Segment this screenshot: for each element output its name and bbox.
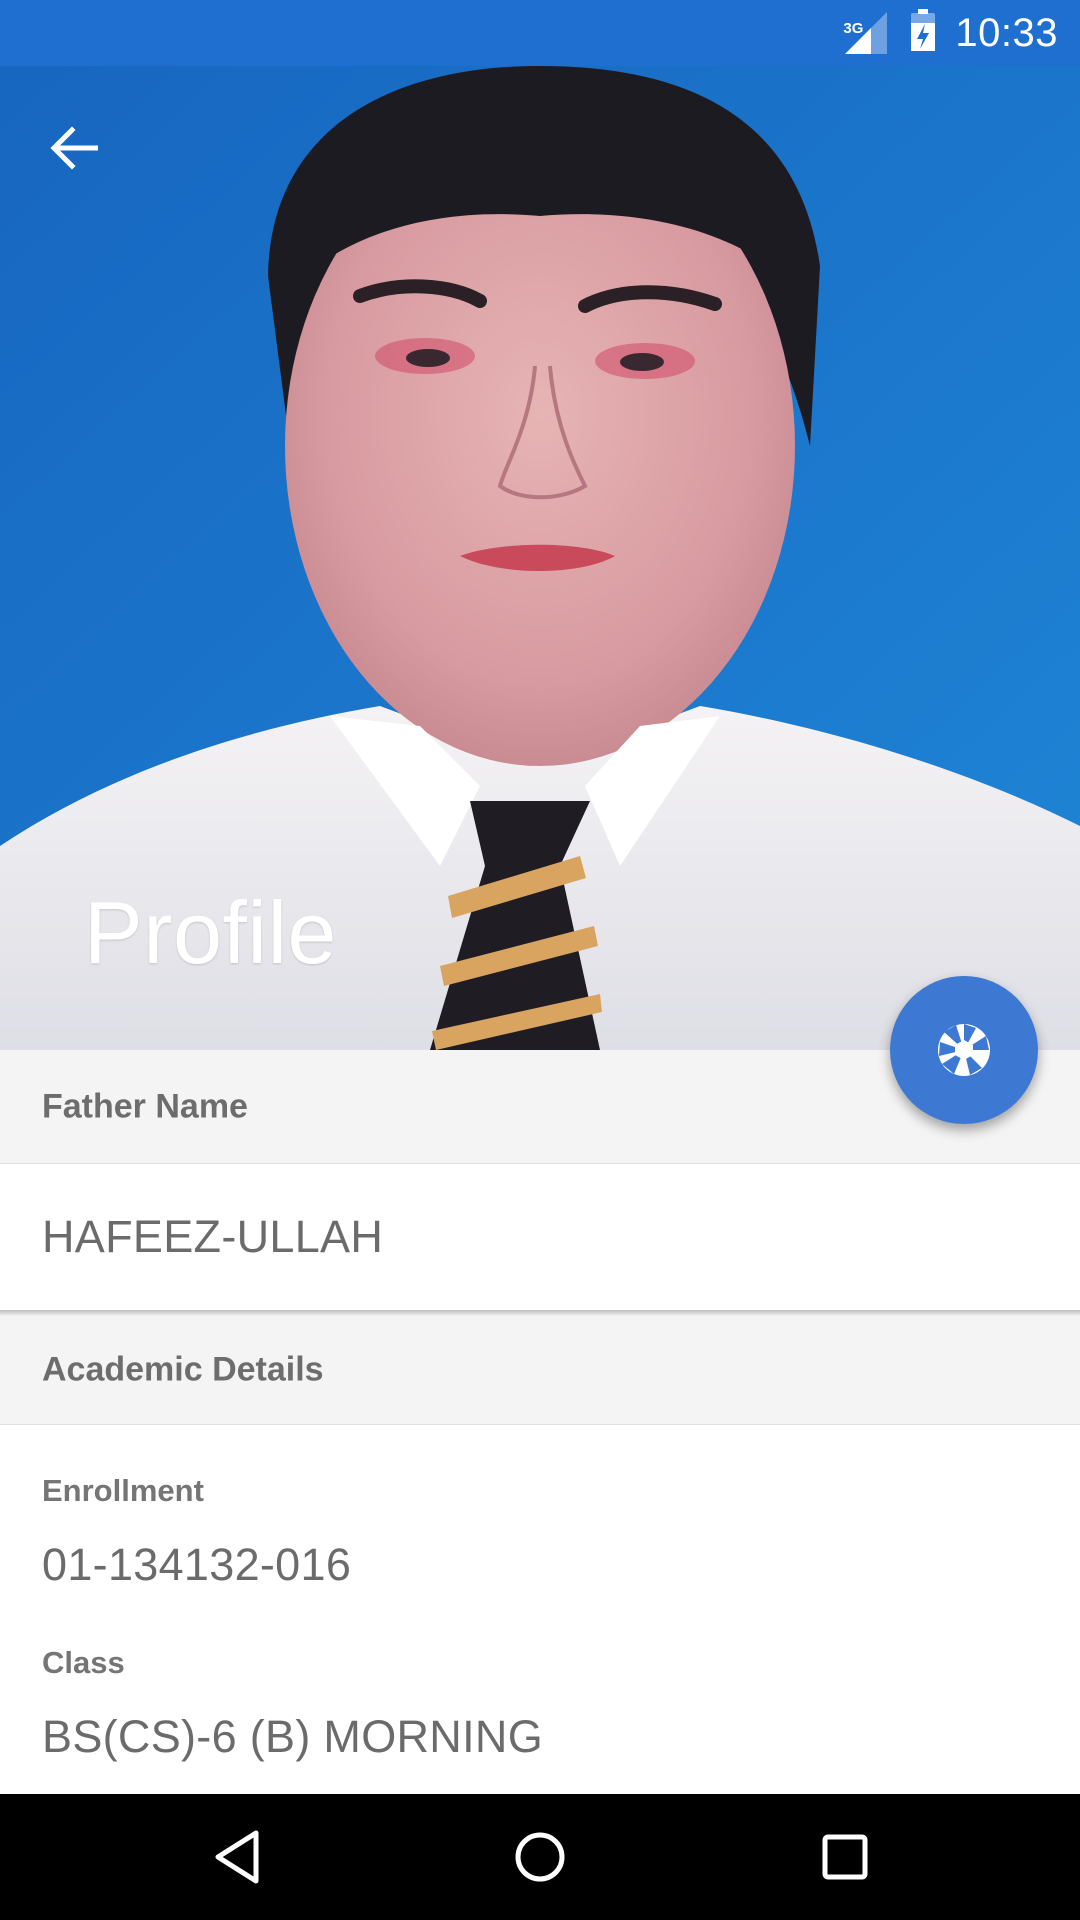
nav-home-circle-icon xyxy=(515,1832,565,1882)
arrow-back-icon xyxy=(50,126,98,170)
status-icons: 3G 10:33 xyxy=(841,0,1058,66)
nav-recents-button[interactable] xyxy=(800,1822,890,1892)
signal-icon: 3G xyxy=(841,10,891,56)
network-type-label: 3G xyxy=(843,20,864,37)
father-name-value-row: HAFEEZ-ULLAH xyxy=(0,1164,1080,1310)
nav-recents-square-icon xyxy=(822,1834,868,1880)
nav-back-triangle-icon xyxy=(215,1830,259,1884)
profile-header: Profile xyxy=(0,66,1080,1050)
nav-home-button[interactable] xyxy=(495,1822,585,1892)
father-name-value: HAFEEZ-ULLAH xyxy=(42,1211,384,1262)
academic-details-heading: Academic Details xyxy=(42,1350,324,1389)
enrollment-label: Enrollment xyxy=(42,1473,204,1508)
nav-back-button[interactable] xyxy=(192,1822,282,1892)
battery-icon xyxy=(909,8,937,58)
status-time: 10:33 xyxy=(955,10,1058,55)
class-label: Class xyxy=(42,1645,125,1680)
father-name-heading: Father Name xyxy=(42,1087,248,1125)
academic-details-heading-row: Academic Details xyxy=(0,1316,1080,1425)
back-button[interactable] xyxy=(32,106,116,190)
camera-fab-button[interactable] xyxy=(890,976,1038,1124)
academic-details-block: Enrollment 01-134132-016 Class BS(CS)-6 … xyxy=(0,1425,1080,1794)
camera-shutter-icon xyxy=(938,1024,990,1076)
enrollment-value: 01-134132-016 xyxy=(42,1539,352,1590)
navigation-bar xyxy=(0,1794,1080,1920)
page-title: Profile xyxy=(84,883,337,982)
status-bar: 3G 10:33 xyxy=(0,0,1080,66)
class-value: BS(CS)-6 (B) MORNING xyxy=(42,1711,543,1762)
